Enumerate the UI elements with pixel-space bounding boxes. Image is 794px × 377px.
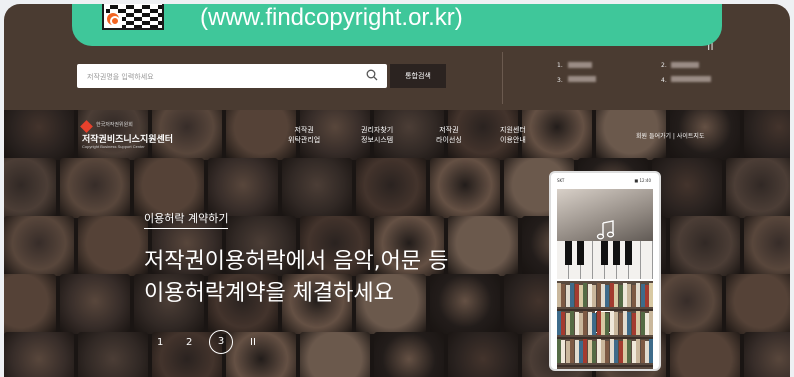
rank-item-blurred[interactable]	[568, 62, 592, 68]
menu-item-support-guide[interactable]: 지원센터 이용안내	[500, 125, 526, 145]
rank-number: 2.	[661, 62, 667, 69]
qr-code-icon	[102, 4, 164, 30]
music-note-icon	[596, 220, 615, 240]
global-nav: 한국저작권위원회 저작권비즈니스지원센터 Copyright Business …	[4, 110, 790, 160]
rank-item-blurred[interactable]	[671, 76, 711, 82]
utility-links[interactable]: 회원 들어가기 | 사이트지도	[636, 131, 704, 140]
top-search-bar: 통합검색 ıl 1. 2. 3. 4.	[4, 39, 790, 114]
logo-org-name[interactable]: 한국저작권위원회	[96, 121, 133, 128]
page-frame: 통합검색 ıl 1. 2. 3. 4. 한국저작권위원회 저작권비즈니스지원센터…	[0, 0, 794, 377]
piano-image	[557, 189, 653, 279]
menu-label: 위탁관리업	[288, 136, 321, 144]
menu-label: 저작권	[294, 126, 314, 134]
phone-time: ■ 12:40	[634, 178, 651, 183]
menu-label: 저작권	[439, 126, 459, 134]
menu-label: 이용안내	[500, 136, 526, 144]
phone-mockup: SKT ■ 12:40	[549, 171, 661, 371]
menu-item-trust-management[interactable]: 저작권 위탁관리업	[288, 125, 320, 145]
menu-item-licensing[interactable]: 저작권 라이선싱	[436, 125, 462, 145]
rank-item-blurred[interactable]	[671, 62, 699, 68]
pager-dot-2[interactable]: 2	[186, 337, 192, 348]
logo-badge-icon	[105, 11, 121, 27]
headline-line: 이용허락계약을 체결하세요	[144, 281, 394, 306]
logo-icon[interactable]	[80, 120, 93, 133]
logo-english: Copyright Business Support Center	[82, 144, 145, 149]
search-icon[interactable]	[366, 69, 378, 81]
pause-icon[interactable]: II	[250, 337, 256, 348]
slide-category-link[interactable]: 이용허락 계약하기	[144, 210, 229, 229]
rank-item-blurred[interactable]	[568, 76, 596, 82]
rank-number: 4.	[661, 77, 667, 84]
green-banner: (www.findcopyright.or.kr)	[72, 4, 722, 46]
bookshelf-image: 가	[557, 281, 653, 369]
menu-label: 지원센터	[500, 126, 526, 134]
divider	[502, 52, 503, 104]
rank-number: 1.	[557, 62, 563, 69]
integrated-search-button[interactable]: 통합검색	[390, 64, 446, 88]
slide-headline: 저작권이용허락에서 음악,어문 등 이용허락계약을 체결하세요	[144, 246, 448, 310]
menu-item-rights-holder-search[interactable]: 권리자찾기 정보시스템	[361, 125, 393, 145]
search-box	[77, 64, 387, 89]
rank-number: 3.	[557, 77, 563, 84]
headline-line: 저작권이용허락에서 음악,어문 등	[144, 249, 449, 274]
hero-slider: 한국저작권위원회 저작권비즈니스지원센터 Copyright Business …	[4, 110, 790, 377]
search-input[interactable]	[77, 65, 347, 89]
banner-url[interactable]: (www.findcopyright.or.kr)	[200, 4, 463, 32]
pager-dot-3-active[interactable]: 3	[209, 330, 233, 354]
menu-label: 권리자찾기	[361, 126, 394, 134]
menu-label: 정보시스템	[361, 136, 394, 144]
menu-label: 라이선싱	[436, 136, 462, 144]
site-container: 통합검색 ıl 1. 2. 3. 4. 한국저작권위원회 저작권비즈니스지원센터…	[4, 4, 790, 377]
pager-dot-1[interactable]: 1	[157, 337, 163, 348]
phone-carrier: SKT	[557, 178, 565, 183]
